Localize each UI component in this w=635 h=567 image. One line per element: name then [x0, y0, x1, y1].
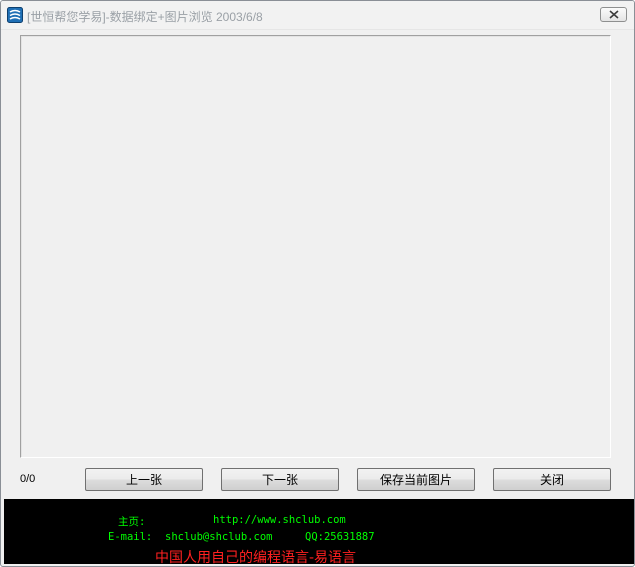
- app-icon[interactable]: [7, 7, 23, 23]
- homepage-link[interactable]: http://www.shclub.com: [213, 514, 346, 526]
- qq-number: QQ:25631887: [305, 531, 375, 543]
- close-icon: [609, 10, 619, 19]
- next-image-button[interactable]: 下一张: [221, 468, 339, 491]
- image-counter: 0/0: [20, 473, 36, 485]
- save-image-button[interactable]: 保存当前图片: [357, 468, 475, 491]
- image-display-area: [20, 35, 611, 458]
- title-bar[interactable]: [世恒帮您学易]-数据绑定+图片浏览 2003/6/8: [1, 1, 634, 30]
- close-button[interactable]: 关闭: [493, 468, 611, 491]
- app-window: [世恒帮您学易]-数据绑定+图片浏览 2003/6/8 0/0 上一张 下一张 …: [0, 0, 635, 567]
- footer-banner: 主页: http://www.shclub.com E-mail: shclub…: [4, 499, 634, 566]
- email-label: E-mail:: [108, 531, 153, 543]
- previous-image-button[interactable]: 上一张: [85, 468, 203, 491]
- email-link[interactable]: shclub@shclub.com: [165, 531, 272, 543]
- window-close-button[interactable]: [600, 7, 627, 22]
- slogan-text: 中国人用自己的编程语言-易语言: [155, 550, 357, 566]
- window-title: [世恒帮您学易]-数据绑定+图片浏览 2003/6/8: [27, 10, 263, 24]
- homepage-label: 主页:: [118, 516, 146, 528]
